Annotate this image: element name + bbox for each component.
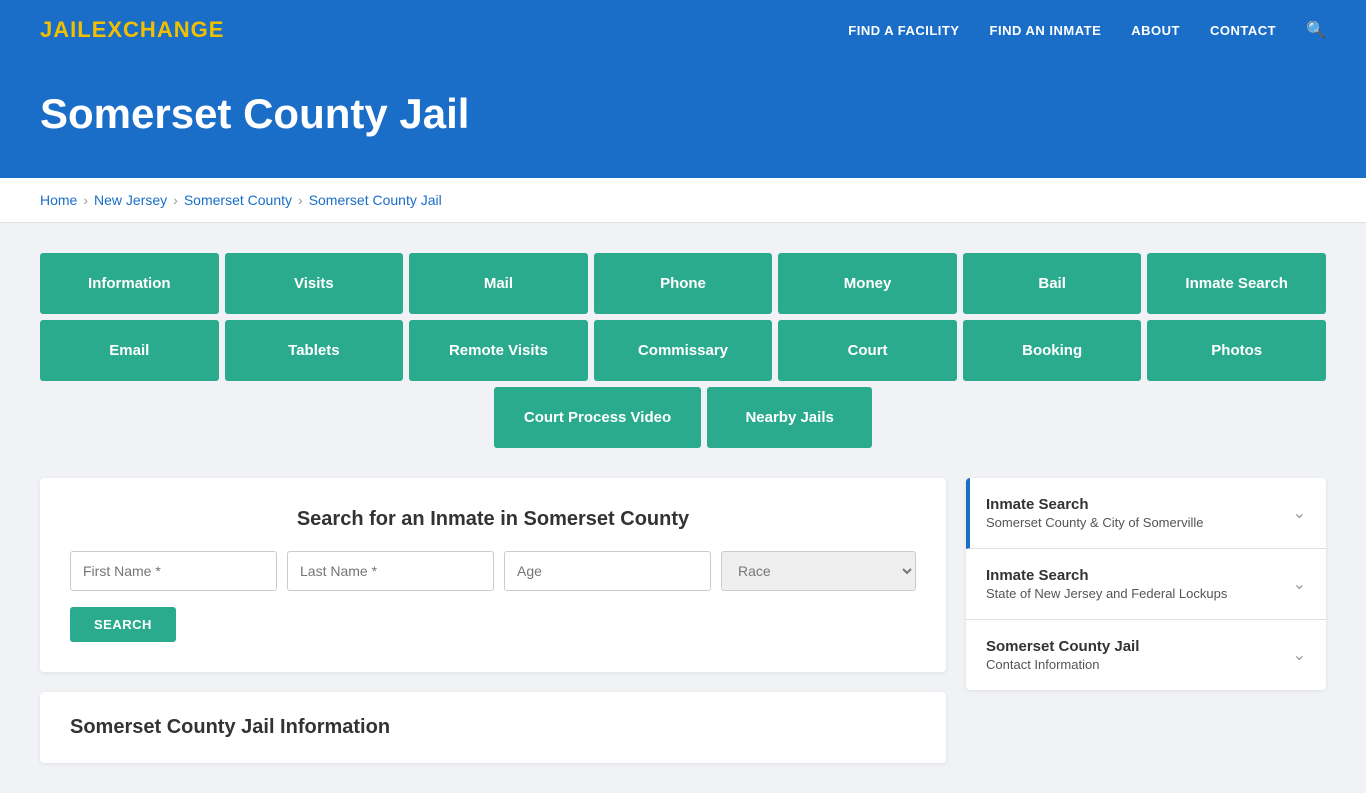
tile-row-2: Email Tablets Remote Visits Commissary C… <box>40 320 1326 381</box>
tile-row-1: Information Visits Mail Phone Money Bail… <box>40 253 1326 314</box>
logo-text-xchange: XCHANGE <box>107 17 224 42</box>
tile-mail[interactable]: Mail <box>409 253 588 314</box>
header: JAILEXCHANGE FIND A FACILITY FIND AN INM… <box>0 0 1366 60</box>
right-sidebar: Inmate Search Somerset County & City of … <box>966 478 1326 690</box>
age-input[interactable] <box>504 551 711 591</box>
inmate-search-box: Search for an Inmate in Somerset County … <box>40 478 946 672</box>
sidebar-item-1-title: Inmate Search <box>986 496 1203 513</box>
logo[interactable]: JAILEXCHANGE <box>40 17 224 43</box>
tile-email[interactable]: Email <box>40 320 219 381</box>
last-name-input[interactable] <box>287 551 494 591</box>
breadcrumb-bar: Home › New Jersey › Somerset County › So… <box>0 178 1366 223</box>
nav-find-inmate[interactable]: FIND AN INMATE <box>990 23 1102 38</box>
breadcrumb-somerset-jail[interactable]: Somerset County Jail <box>309 192 442 208</box>
search-button[interactable]: SEARCH <box>70 607 176 642</box>
left-panel: Search for an Inmate in Somerset County … <box>40 478 946 763</box>
nav-contact[interactable]: CONTACT <box>1210 23 1276 38</box>
content-row: Search for an Inmate in Somerset County … <box>40 478 1326 763</box>
sidebar-item-3-subtitle: Contact Information <box>986 657 1139 672</box>
logo-text-jail: JAIL <box>40 17 92 42</box>
hero-banner: Somerset County Jail <box>0 60 1366 178</box>
sidebar-item-1[interactable]: Inmate Search Somerset County & City of … <box>966 478 1326 549</box>
sidebar-item-1-subtitle: Somerset County & City of Somerville <box>986 515 1203 530</box>
tile-row-3: Court Process Video Nearby Jails <box>40 387 1326 448</box>
breadcrumb-somerset-county[interactable]: Somerset County <box>184 192 292 208</box>
chevron-down-icon-2: ⌄ <box>1293 574 1306 594</box>
sidebar-item-2-title: Inmate Search <box>986 567 1227 584</box>
info-box: Somerset County Jail Information <box>40 692 946 763</box>
chevron-down-icon-3: ⌄ <box>1293 645 1306 665</box>
nav-find-facility[interactable]: FIND A FACILITY <box>848 23 959 38</box>
chevron-down-icon-1: ⌄ <box>1293 503 1306 523</box>
search-fields: Race White Black Hispanic Asian Other <box>70 551 916 591</box>
sidebar-item-1-text: Inmate Search Somerset County & City of … <box>986 496 1203 530</box>
main-content: Information Visits Mail Phone Money Bail… <box>0 223 1366 793</box>
nav-about[interactable]: ABOUT <box>1131 23 1180 38</box>
tile-inmate-search[interactable]: Inmate Search <box>1147 253 1326 314</box>
tile-photos[interactable]: Photos <box>1147 320 1326 381</box>
sidebar-item-3[interactable]: Somerset County Jail Contact Information… <box>966 620 1326 690</box>
tile-phone[interactable]: Phone <box>594 253 773 314</box>
tile-tablets[interactable]: Tablets <box>225 320 404 381</box>
main-nav: FIND A FACILITY FIND AN INMATE ABOUT CON… <box>848 20 1326 40</box>
sidebar-item-2-text: Inmate Search State of New Jersey and Fe… <box>986 567 1227 601</box>
info-title: Somerset County Jail Information <box>70 716 916 739</box>
breadcrumb: Home › New Jersey › Somerset County › So… <box>40 192 1326 208</box>
breadcrumb-sep-1: › <box>83 192 88 208</box>
sidebar-card: Inmate Search Somerset County & City of … <box>966 478 1326 690</box>
tile-money[interactable]: Money <box>778 253 957 314</box>
sidebar-item-2-subtitle: State of New Jersey and Federal Lockups <box>986 586 1227 601</box>
sidebar-item-2[interactable]: Inmate Search State of New Jersey and Fe… <box>966 549 1326 620</box>
tile-information[interactable]: Information <box>40 253 219 314</box>
tile-nearby-jails[interactable]: Nearby Jails <box>707 387 872 448</box>
tile-bail[interactable]: Bail <box>963 253 1142 314</box>
breadcrumb-sep-3: › <box>298 192 303 208</box>
first-name-input[interactable] <box>70 551 277 591</box>
page-title: Somerset County Jail <box>40 90 1326 138</box>
tile-court-process-video[interactable]: Court Process Video <box>494 387 701 448</box>
breadcrumb-home[interactable]: Home <box>40 192 77 208</box>
race-select[interactable]: Race White Black Hispanic Asian Other <box>721 551 916 591</box>
tile-visits[interactable]: Visits <box>225 253 404 314</box>
search-title: Search for an Inmate in Somerset County <box>70 508 916 531</box>
search-icon[interactable]: 🔍 <box>1306 20 1326 40</box>
breadcrumb-nj[interactable]: New Jersey <box>94 192 167 208</box>
sidebar-item-3-text: Somerset County Jail Contact Information <box>986 638 1139 672</box>
tile-booking[interactable]: Booking <box>963 320 1142 381</box>
logo-highlight: E <box>92 17 108 42</box>
breadcrumb-sep-2: › <box>173 192 178 208</box>
tile-commissary[interactable]: Commissary <box>594 320 773 381</box>
tile-court[interactable]: Court <box>778 320 957 381</box>
sidebar-item-3-title: Somerset County Jail <box>986 638 1139 655</box>
tile-remote-visits[interactable]: Remote Visits <box>409 320 588 381</box>
